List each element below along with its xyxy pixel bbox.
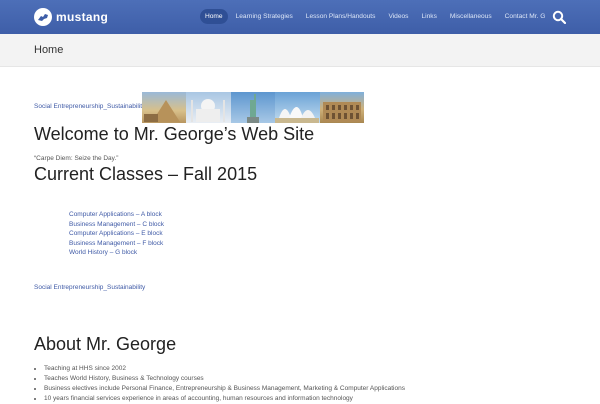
classes-list: Computer Applications – A block Business… bbox=[69, 210, 164, 258]
current-classes-heading: Current Classes – Fall 2015 bbox=[34, 164, 258, 184]
class-link-world-history-g[interactable]: World History – G block bbox=[69, 248, 164, 258]
site-logo[interactable]: mustang bbox=[34, 8, 108, 26]
class-link-computer-applications-a[interactable]: Computer Applications – A block bbox=[69, 210, 164, 220]
welcome-heading: Welcome to Mr. George’s Web Site bbox=[34, 124, 315, 144]
top-navbar: mustang Home Learning Strategies Lesson … bbox=[0, 0, 600, 34]
nav-item-home[interactable]: Home bbox=[200, 9, 228, 24]
nav-item-videos[interactable]: Videos bbox=[383, 9, 413, 24]
about-item: 10 years financial services experience i… bbox=[44, 394, 405, 404]
main-nav: Home Learning Strategies Lesson Plans/Ha… bbox=[200, 9, 560, 24]
statue-of-liberty-image bbox=[230, 92, 276, 123]
nav-item-learning-strategies[interactable]: Learning Strategies bbox=[231, 9, 298, 24]
nav-item-miscellaneous[interactable]: Miscellaneous bbox=[445, 9, 497, 24]
taj-mahal-image bbox=[186, 92, 231, 123]
sphinx-pyramid-image bbox=[142, 92, 187, 123]
class-link-business-management-f[interactable]: Business Management – F block bbox=[69, 239, 164, 249]
search-icon[interactable] bbox=[552, 10, 567, 25]
sydney-opera-house-image bbox=[275, 92, 320, 123]
nav-item-contact[interactable]: Contact Mr. G bbox=[500, 9, 551, 24]
logo-text: mustang bbox=[56, 10, 109, 24]
about-item: Teaches World History, Business & Techno… bbox=[44, 374, 405, 384]
about-item: Business electives include Personal Fina… bbox=[44, 384, 405, 394]
quote-text: “Carpe Diem: Seize the Day.” bbox=[34, 155, 119, 162]
page-title: Home bbox=[34, 44, 64, 56]
sustainability-link-2[interactable]: Social Entrepreneurship_Sustainability bbox=[34, 284, 145, 291]
nav-item-lesson-plans[interactable]: Lesson Plans/Handouts bbox=[301, 9, 381, 24]
page-title-band: Home bbox=[0, 34, 600, 67]
landmarks-banner bbox=[142, 92, 365, 123]
class-link-computer-applications-e[interactable]: Computer Applications – E block bbox=[69, 229, 164, 239]
class-link-business-management-c[interactable]: Business Management – C block bbox=[69, 220, 164, 230]
sustainability-link[interactable]: Social Entrepreneurship_Sustainability bbox=[34, 103, 145, 110]
about-list: Teaching at HHS since 2002 Teaches World… bbox=[38, 364, 405, 404]
nav-item-links[interactable]: Links bbox=[416, 9, 441, 24]
about-heading: About Mr. George bbox=[34, 334, 177, 354]
colosseum-image bbox=[319, 92, 365, 123]
about-item: Teaching at HHS since 2002 bbox=[44, 364, 405, 374]
mustang-logo-icon bbox=[34, 8, 52, 26]
